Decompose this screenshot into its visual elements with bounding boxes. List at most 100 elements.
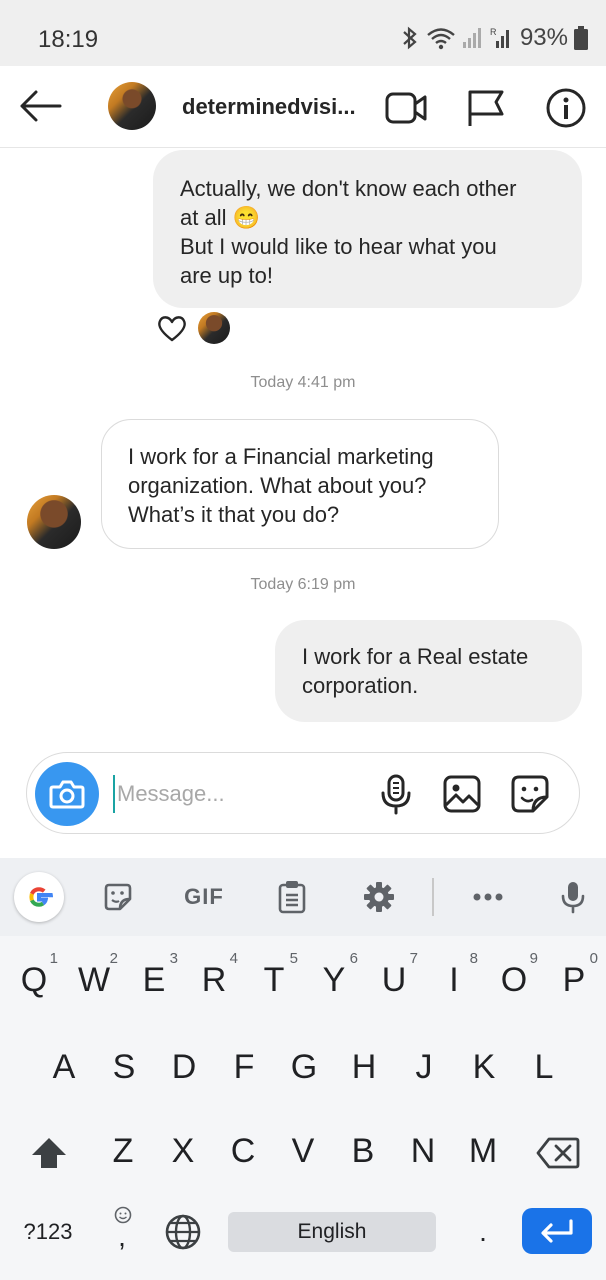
key-r[interactable]: R4	[188, 950, 240, 1008]
camera-icon	[49, 780, 85, 809]
back-button[interactable]	[18, 86, 62, 126]
space-key[interactable]: English	[228, 1212, 436, 1252]
keyboard: Q1W2E3R4T5Y6U7I8O9P0 ASDFGHJKL ZXCVBNM ?…	[0, 936, 606, 1280]
key-h[interactable]: H	[338, 1040, 390, 1094]
video-call-button[interactable]	[384, 86, 428, 130]
more-icon	[473, 893, 503, 901]
sender-avatar[interactable]	[27, 495, 81, 549]
key-f[interactable]: F	[218, 1040, 270, 1094]
info-icon	[546, 88, 586, 128]
signal-roaming-icon: R	[490, 27, 509, 48]
key-z[interactable]: Z	[97, 1124, 149, 1178]
key-hint: 2	[109, 950, 118, 967]
shift-key[interactable]	[20, 1128, 78, 1178]
key-j[interactable]: J	[398, 1040, 450, 1094]
key-hint: 7	[409, 950, 418, 967]
key-label: T	[263, 960, 285, 999]
message-bubble-incoming[interactable]: I work for a Financial marketing organiz…	[101, 419, 499, 549]
message-input[interactable]	[113, 775, 353, 813]
key-d[interactable]: D	[158, 1040, 210, 1094]
key-w[interactable]: W2	[68, 950, 120, 1008]
key-label: W	[77, 960, 111, 999]
key-x[interactable]: X	[157, 1124, 209, 1178]
language-key[interactable]	[160, 1212, 206, 1252]
clipboard-button[interactable]	[272, 876, 312, 918]
key-hint: 5	[289, 950, 298, 967]
gallery-button[interactable]	[441, 773, 483, 815]
google-button[interactable]	[14, 872, 64, 922]
comma-key[interactable]: ,	[104, 1204, 140, 1256]
sticker-button[interactable]	[509, 773, 551, 815]
camera-button[interactable]	[35, 762, 99, 826]
settings-icon	[364, 882, 394, 912]
key-l[interactable]: L	[518, 1040, 570, 1094]
key-a[interactable]: A	[38, 1040, 90, 1094]
google-icon	[29, 887, 53, 907]
voice-input-button[interactable]	[556, 876, 590, 918]
key-n[interactable]: N	[397, 1124, 449, 1178]
key-b[interactable]: B	[337, 1124, 389, 1178]
key-u[interactable]: U7	[368, 950, 420, 1008]
key-e[interactable]: E3	[128, 950, 180, 1008]
period-key[interactable]: .	[466, 1212, 500, 1252]
timestamp: Today 4:41 pm	[250, 374, 356, 391]
more-button[interactable]	[466, 876, 510, 918]
key-hint: 4	[229, 950, 238, 967]
back-arrow-icon	[20, 90, 62, 122]
key-g[interactable]: G	[278, 1040, 330, 1094]
shift-icon	[32, 1138, 66, 1168]
message-composer	[26, 752, 580, 834]
key-m[interactable]: M	[457, 1124, 509, 1178]
battery-percent: 93%	[519, 24, 568, 51]
backspace-key[interactable]	[530, 1128, 586, 1178]
battery-icon	[574, 26, 588, 50]
key-t[interactable]: T5	[248, 950, 300, 1008]
emoji-icon	[114, 1206, 132, 1224]
key-hint: 1	[49, 950, 58, 967]
flag-button[interactable]	[464, 86, 508, 130]
key-label: Q	[20, 960, 48, 999]
info-button[interactable]	[544, 86, 588, 130]
bluetooth-icon	[403, 26, 417, 50]
key-hint: 3	[169, 950, 178, 967]
voice-message-button[interactable]	[375, 773, 417, 815]
key-v[interactable]: V	[277, 1124, 329, 1178]
key-label: Y	[322, 960, 346, 999]
key-label: U	[381, 960, 407, 999]
key-y[interactable]: Y6	[308, 950, 360, 1008]
gallery-icon	[443, 775, 481, 813]
reaction-heart[interactable]	[156, 312, 188, 344]
settings-button[interactable]	[358, 876, 400, 918]
symbols-key[interactable]: ?123	[14, 1212, 82, 1252]
message-bubble-outgoing[interactable]: Actually, we don't know each other at al…	[153, 150, 582, 308]
header-username[interactable]: determinedvisi...	[182, 94, 362, 120]
conversation-header: determinedvisi...	[0, 66, 606, 148]
key-s[interactable]: S	[98, 1040, 150, 1094]
gif-button[interactable]: GIF	[180, 876, 228, 918]
comma-label: ,	[118, 1221, 126, 1252]
status-time: 18:19	[38, 26, 99, 53]
key-q[interactable]: Q1	[8, 950, 60, 1008]
emoji-sticker-button[interactable]	[98, 876, 138, 918]
key-c[interactable]: C	[217, 1124, 269, 1178]
status-bar: 18:19 R 93%	[0, 0, 606, 66]
signal-icon	[462, 28, 481, 48]
key-i[interactable]: I8	[428, 950, 480, 1008]
keyboard-toolbar: GIF	[0, 858, 606, 936]
key-p[interactable]: P0	[548, 950, 600, 1008]
key-o[interactable]: O9	[488, 950, 540, 1008]
key-hint: 6	[349, 950, 358, 967]
sticker-icon	[511, 775, 549, 813]
key-k[interactable]: K	[458, 1040, 510, 1094]
message-line: I work for a Real estate	[302, 644, 529, 669]
svg-text:R: R	[490, 27, 497, 37]
sticker-icon	[104, 883, 132, 911]
flag-icon	[468, 90, 504, 126]
enter-key[interactable]	[522, 1208, 592, 1254]
key-label: E	[142, 960, 166, 999]
enter-arrow-icon	[541, 1219, 573, 1243]
message-bubble-outgoing[interactable]: I work for a Real estate corporation.	[275, 620, 582, 722]
key-hint: 8	[469, 950, 478, 967]
key-label: I	[449, 960, 459, 999]
avatar[interactable]	[108, 82, 156, 130]
